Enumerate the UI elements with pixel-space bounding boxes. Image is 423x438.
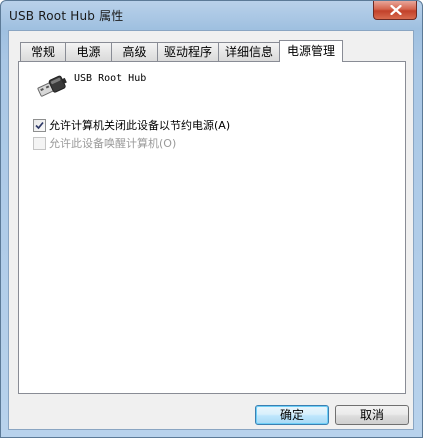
tab-power-management[interactable]: 电源管理 [279,40,343,62]
title-bar[interactable]: USB Root Hub 属性 [1,1,422,29]
tab-driver[interactable]: 驱动程序 [157,42,219,61]
device-name: USB Root Hub [74,73,147,84]
allow-power-off-option[interactable]: 允许计算机关闭此设备以节约电源(A) [33,117,230,133]
ok-button[interactable]: 确定 [255,405,329,425]
allow-wake-option: 允许此设备唤醒计算机(O) [33,135,176,151]
power-management-panel: USB Root Hub 允许计算机关闭此设备以节约电源(A) 允许此设备唤醒计… [18,61,406,394]
dialog-client-area: 常规 电源 高级 驱动程序 详细信息 电源管理 USB Root Hub 允许计… [8,30,414,430]
window-title: USB Root Hub 属性 [9,9,124,23]
usb-connector-icon [37,75,67,97]
close-button[interactable] [373,1,417,20]
close-icon [390,5,402,15]
tab-power[interactable]: 电源 [65,42,112,61]
tab-general[interactable]: 常规 [20,42,66,61]
allow-power-off-label: 允许计算机关闭此设备以节约电源(A) [49,119,231,132]
allow-wake-label: 允许此设备唤醒计算机(O) [49,137,177,150]
cancel-button[interactable]: 取消 [335,405,409,425]
allow-power-off-checkbox[interactable] [33,118,46,132]
tab-advanced[interactable]: 高级 [111,42,158,61]
tab-details[interactable]: 详细信息 [218,42,280,61]
checkmark-icon [35,121,44,129]
properties-dialog: USB Root Hub 属性 常规 电源 高级 驱动程序 详细信息 电源管理 [0,0,423,438]
allow-wake-checkbox [33,136,46,150]
